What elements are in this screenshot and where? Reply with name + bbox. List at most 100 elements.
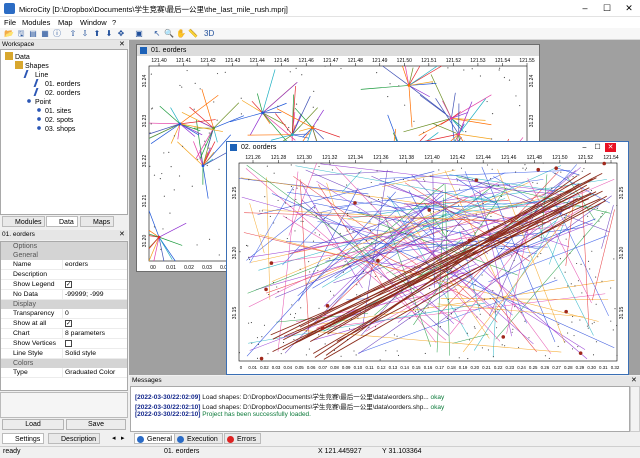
- tab-scroll-right-icon[interactable]: ▸: [121, 434, 125, 442]
- shop-point: [238, 352, 241, 354]
- options-row[interactable]: Name eorders: [1, 260, 127, 270]
- map-close-button[interactable]: ✕: [605, 143, 616, 152]
- tab-execution[interactable]: Execution: [174, 433, 223, 444]
- tree-node-label: Shapes: [25, 63, 49, 70]
- options-section-header[interactable]: Options: [1, 242, 127, 251]
- zoom-icon[interactable]: 🔍: [164, 29, 174, 39]
- menu-help[interactable]: ?: [112, 18, 116, 27]
- tab-errors[interactable]: Errors: [224, 433, 262, 444]
- tab-maps[interactable]: Maps: [80, 216, 115, 227]
- arrow-down-icon[interactable]: ⇩: [80, 29, 90, 39]
- shop-point: [248, 179, 250, 181]
- move-icon[interactable]: ✥: [116, 29, 126, 39]
- messages-close-icon[interactable]: ✕: [631, 376, 637, 386]
- x-tick-label: 121.44: [475, 155, 491, 161]
- spot-point: [312, 106, 314, 108]
- layer-up-icon[interactable]: ⬆: [92, 29, 102, 39]
- 3d-view-icon[interactable]: 3D: [204, 29, 214, 39]
- map-minimize-button[interactable]: –: [579, 143, 590, 152]
- table-icon[interactable]: ▤: [28, 29, 38, 39]
- tree-node-label: 01. sites: [45, 108, 72, 115]
- option-value[interactable]: Solid style: [62, 349, 126, 359]
- shop-point: [380, 276, 382, 278]
- save-settings-button[interactable]: Save: [66, 419, 126, 430]
- options-row[interactable]: No Data -99999; -999: [1, 290, 127, 300]
- select-icon[interactable]: ↖: [152, 29, 162, 39]
- tab-scroll-left-icon[interactable]: ◂: [112, 434, 116, 442]
- options-row[interactable]: Show Legend ✓: [1, 280, 127, 290]
- shop-point: [451, 268, 453, 270]
- zoom-box-icon[interactable]: ▣: [134, 29, 144, 39]
- menu-map[interactable]: Map: [58, 18, 73, 27]
- option-value[interactable]: Graduated Color: [62, 368, 126, 378]
- shop-point: [353, 350, 355, 352]
- shop-point: [247, 245, 249, 247]
- option-value[interactable]: -99999; -999: [62, 290, 126, 300]
- tab-data[interactable]: Data: [46, 216, 78, 227]
- shop-point: [329, 290, 332, 292]
- message-status: okay: [430, 394, 445, 401]
- info-icon[interactable]: ⓘ: [52, 29, 62, 39]
- workspace-close-icon[interactable]: ✕: [119, 40, 125, 49]
- option-checkbox[interactable]: [65, 340, 72, 347]
- status-text: ready: [3, 448, 21, 455]
- option-checkbox[interactable]: ✓: [65, 320, 72, 327]
- options-section-header[interactable]: General: [1, 251, 127, 260]
- options-close-icon[interactable]: ✕: [119, 230, 125, 240]
- shop-point: [441, 266, 443, 268]
- options-row[interactable]: Chart 8 parameters: [1, 329, 127, 339]
- save-icon[interactable]: 🖫: [16, 29, 26, 39]
- pan-icon[interactable]: ✋: [176, 29, 186, 39]
- map-window-oorders[interactable]: 02. oorders – ☐ ✕ 121.26 121.28 121.30 121.…: [226, 141, 629, 375]
- maximize-button[interactable]: ☐: [596, 0, 618, 17]
- close-button[interactable]: ✕: [618, 0, 640, 17]
- scale-tick-label: 0.15: [412, 365, 421, 370]
- shop-point: [411, 276, 413, 278]
- options-row[interactable]: Type Graduated Color: [1, 368, 127, 378]
- messages-scrollbar[interactable]: [630, 386, 640, 432]
- option-value[interactable]: eorders: [62, 260, 126, 270]
- tab-modules[interactable]: Modules: [2, 216, 46, 227]
- x-tick-label: 121.40: [424, 155, 440, 161]
- menu-file[interactable]: File: [4, 18, 16, 27]
- option-checkbox[interactable]: ✓: [65, 281, 72, 288]
- properties-icon[interactable]: ▦: [40, 29, 50, 39]
- tab-description[interactable]: Description: [48, 433, 101, 444]
- option-value[interactable]: 8 parameters: [62, 329, 126, 339]
- options-row[interactable]: Transparency 0: [1, 309, 127, 319]
- menu-window[interactable]: Window: [80, 18, 107, 27]
- tab-settings[interactable]: Settings: [2, 433, 45, 444]
- measure-icon[interactable]: 📏: [188, 29, 198, 39]
- spot-point: [435, 125, 437, 127]
- map-maximize-button[interactable]: ☐: [592, 143, 603, 152]
- scale-tick-label: 0.03: [202, 265, 212, 271]
- shop-point: [541, 211, 543, 214]
- options-row[interactable]: Line Style Solid style: [1, 349, 127, 359]
- arrow-up-icon[interactable]: ⇧: [68, 29, 78, 39]
- tab-general[interactable]: General: [134, 433, 177, 444]
- site-point: [536, 167, 541, 172]
- x-tick-label: 121.54: [603, 155, 619, 161]
- shop-point: [581, 292, 583, 294]
- folder-icon: [5, 52, 13, 60]
- menu-modules[interactable]: Modules: [22, 18, 50, 27]
- minimize-button[interactable]: –: [574, 0, 596, 17]
- tree-node[interactable]: 03. shops: [35, 124, 75, 134]
- shop-point: [296, 187, 298, 189]
- layer-down-icon[interactable]: ⬇: [104, 29, 114, 39]
- options-row[interactable]: Show Vertices: [1, 339, 127, 349]
- options-row[interactable]: Description: [1, 270, 127, 280]
- scale-tick-label: 0.19: [459, 365, 468, 370]
- shop-point: [396, 350, 398, 352]
- options-row[interactable]: Show at all ✓: [1, 319, 127, 329]
- options-section-header[interactable]: Display: [1, 300, 127, 309]
- options-section-header[interactable]: Colors: [1, 359, 127, 368]
- spot-point: [208, 238, 211, 240]
- map-oorders-canvas[interactable]: 121.26 121.28 121.30 121.32 121.34 121.36 121.…: [227, 153, 629, 375]
- spot-point: [317, 119, 319, 121]
- option-value[interactable]: 0: [62, 309, 126, 319]
- shop-point: [371, 241, 373, 243]
- shop-point: [481, 347, 483, 349]
- open-icon[interactable]: 📂: [4, 29, 14, 39]
- load-button[interactable]: Load: [2, 419, 64, 430]
